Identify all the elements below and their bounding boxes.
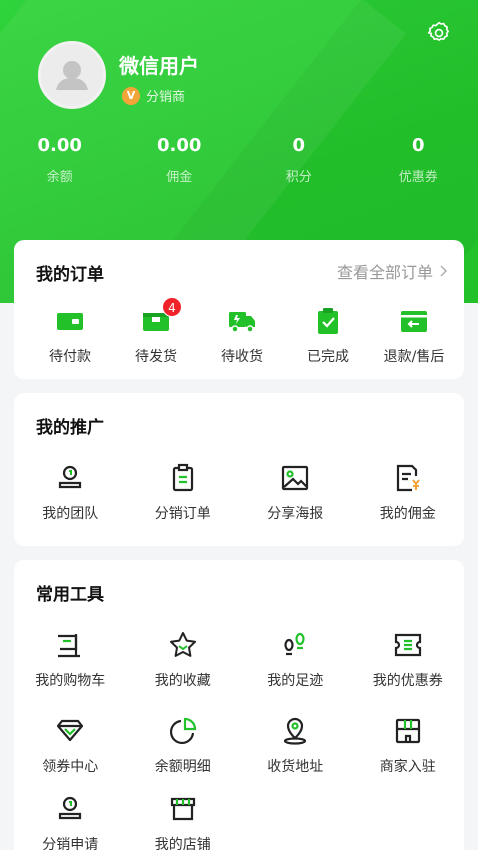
gear-icon[interactable]	[426, 20, 452, 46]
order-pending-receipt[interactable]: 待收货	[199, 306, 285, 366]
tool-coupons[interactable]: 我的优惠券	[352, 630, 465, 690]
commission-icon	[396, 464, 420, 492]
view-all-orders-label: 查看全部订单	[336, 263, 433, 282]
order-status-grid: 待付款 4 待发货 待收货 已完成 退款/售后	[14, 297, 464, 366]
stat-value: 0.00	[37, 135, 82, 156]
cart-icon	[58, 634, 81, 658]
stat-label: 佣金	[166, 170, 193, 185]
role-label: V 分销商	[122, 86, 185, 105]
clipboard-check-icon	[318, 308, 338, 334]
order-label: 待收货	[221, 349, 263, 365]
promo-label: 我的佣金	[379, 506, 436, 522]
order-label: 待付款	[49, 349, 91, 365]
order-pending-shipment[interactable]: 4 待发货	[113, 297, 199, 366]
tools-card: 常用工具 我的购物车 我的收藏 我的足迹 我的优惠券 领券中心 余额明细 收货地…	[14, 560, 464, 850]
tool-label: 分销申请	[42, 837, 99, 850]
footprint-icon	[284, 632, 305, 656]
truck-icon	[229, 312, 255, 333]
promo-distribution-orders[interactable]: 分销订单	[127, 463, 240, 523]
pie-chart-icon	[169, 717, 196, 745]
image-icon	[282, 465, 309, 491]
tools-grid-row1: 我的购物车 我的收藏 我的足迹 我的优惠券	[14, 630, 464, 690]
team-icon	[59, 465, 82, 489]
tool-footprints[interactable]: 我的足迹	[239, 630, 352, 690]
username: 微信用户	[119, 54, 199, 78]
stat-value: 0	[411, 135, 425, 156]
stat-coupons[interactable]: 0 优惠券	[359, 134, 478, 185]
orders-card: 我的订单 查看全部订单 待付款 4 待发货 待收货 已完成 退款/售后	[14, 240, 464, 379]
promo-label: 我的团队	[42, 506, 99, 522]
stat-label: 积分	[285, 170, 312, 185]
tool-merchant-join[interactable]: 商家入驻	[352, 716, 465, 776]
star-icon	[169, 632, 196, 657]
wallet-icon	[57, 313, 83, 330]
promo-share-poster[interactable]: 分享海报	[239, 463, 352, 523]
tool-label: 我的优惠券	[372, 673, 443, 689]
shipment-count-badge: 4	[162, 297, 182, 317]
user-placeholder-icon	[56, 61, 88, 90]
promotion-grid: 我的团队 分销订单 分享海报 我的佣金	[14, 463, 464, 523]
tool-distribution-apply[interactable]: 分销申请	[14, 794, 127, 850]
stat-commission[interactable]: 0.00 佣金	[120, 134, 240, 185]
stat-value: 0.00	[157, 135, 202, 156]
tool-label: 我的收藏	[154, 673, 211, 689]
role-badge-icon: V	[122, 86, 140, 105]
stat-balance[interactable]: 0.00 余额	[0, 134, 120, 185]
account-stats: 0.00 余额 0.00 佣金 0 积分 0 优惠券	[0, 134, 478, 185]
refund-icon	[401, 311, 427, 332]
order-label: 退款/售后	[383, 349, 445, 365]
tools-grid-row3: 分销申请 我的店铺	[14, 794, 464, 850]
stat-value: 0	[292, 135, 306, 156]
shop-join-icon	[395, 718, 420, 744]
promo-my-commission[interactable]: 我的佣金	[352, 463, 465, 523]
tools-title: 常用工具	[36, 585, 104, 605]
order-pending-payment[interactable]: 待付款	[27, 306, 113, 366]
tool-label: 我的店铺	[154, 837, 211, 850]
clipboard-icon	[172, 463, 193, 492]
role-text: 分销商	[146, 90, 186, 105]
stat-label: 优惠券	[398, 170, 438, 185]
stat-label: 余额	[46, 170, 73, 185]
tool-label: 我的购物车	[35, 673, 106, 689]
promo-my-team[interactable]: 我的团队	[14, 463, 127, 523]
tool-favorites[interactable]: 我的收藏	[127, 630, 240, 690]
location-icon	[284, 717, 307, 745]
order-label: 待发货	[135, 349, 177, 365]
tool-label: 余额明细	[154, 759, 211, 775]
avatar[interactable]	[38, 41, 106, 109]
tool-my-store[interactable]: 我的店铺	[127, 794, 240, 850]
orders-title: 我的订单	[36, 265, 104, 285]
promotion-card: 我的推广 我的团队 分销订单 分享海报 我的佣金	[14, 393, 464, 546]
order-completed[interactable]: 已完成	[285, 306, 371, 366]
tool-label: 我的足迹	[267, 673, 324, 689]
order-refund[interactable]: 退款/售后	[371, 306, 457, 366]
coupon-icon	[394, 633, 421, 657]
promotion-title: 我的推广	[36, 418, 104, 438]
tools-grid-row2: 领券中心 余额明细 收货地址 商家入驻	[14, 716, 464, 776]
tool-address[interactable]: 收货地址	[239, 716, 352, 776]
promo-label: 分享海报	[267, 506, 324, 522]
order-label: 已完成	[307, 349, 349, 365]
tool-label: 收货地址	[267, 759, 324, 775]
stat-points[interactable]: 0 积分	[239, 134, 359, 185]
store-icon	[170, 797, 195, 821]
chevron-right-icon	[440, 265, 447, 277]
apply-icon	[59, 796, 82, 820]
promo-label: 分销订单	[154, 506, 211, 522]
tool-cart[interactable]: 我的购物车	[14, 630, 127, 690]
diamond-icon	[57, 719, 84, 742]
tool-label: 领券中心	[42, 759, 99, 775]
tool-coupon-center[interactable]: 领券中心	[14, 716, 127, 776]
view-all-orders-link[interactable]: 查看全部订单	[337, 259, 450, 283]
tool-balance-details[interactable]: 余额明细	[127, 716, 240, 776]
tool-label: 商家入驻	[379, 759, 436, 775]
